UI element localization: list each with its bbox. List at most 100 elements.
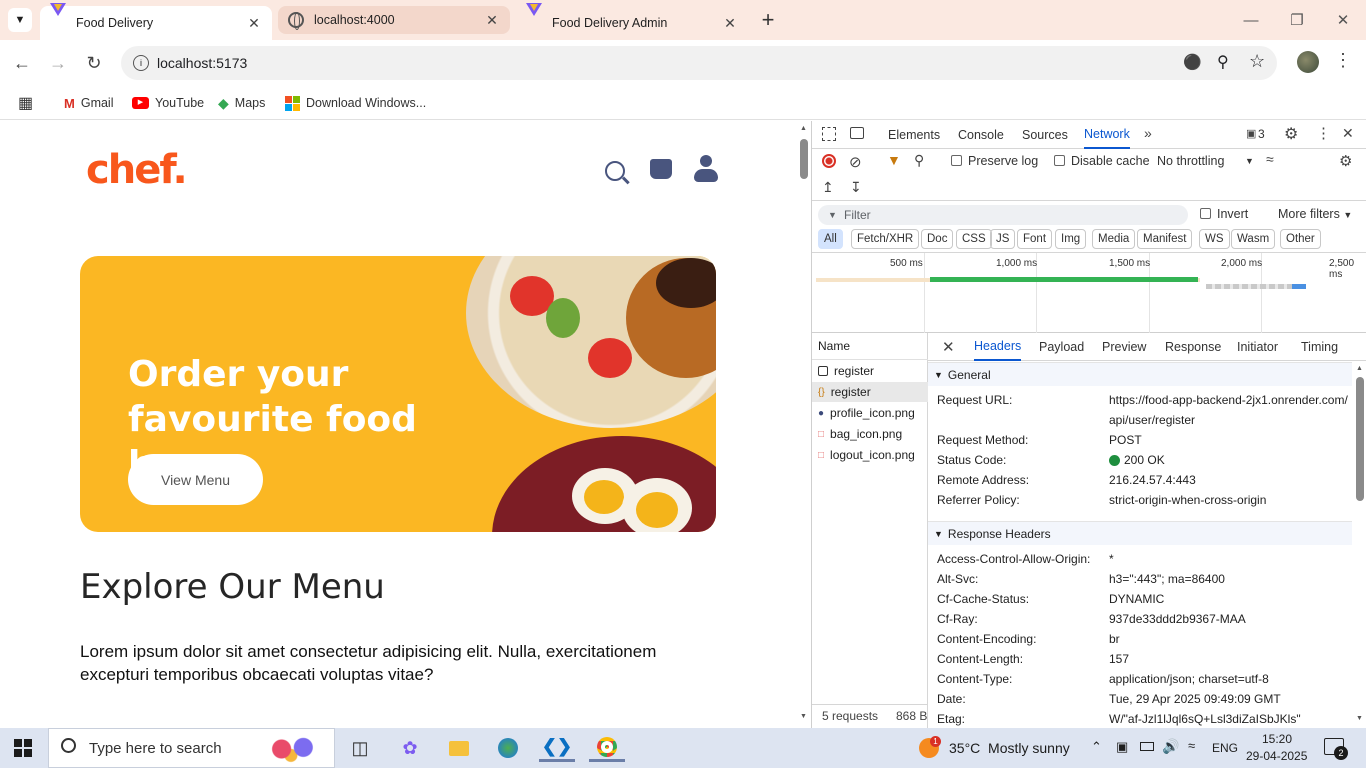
tab-preview[interactable]: Preview (1102, 333, 1146, 361)
preserve-log-checkbox[interactable]: Preserve log (951, 154, 1038, 168)
tab-network[interactable]: Network (1084, 121, 1130, 149)
close-icon[interactable]: ✕ (484, 12, 500, 29)
close-detail-icon[interactable]: ✕ (942, 338, 955, 356)
chrome-icon[interactable] (589, 734, 625, 762)
close-icon[interactable]: ✕ (246, 15, 262, 32)
weather-text[interactable]: 35°C Mostly sunny (949, 740, 1070, 756)
menu-icon[interactable]: ⋮ (1334, 50, 1352, 71)
throttling-select[interactable]: No throttling ▼ (1157, 154, 1257, 168)
tab-timing[interactable]: Timing (1301, 333, 1338, 361)
filter-fetch-xhr[interactable]: Fetch/XHR (851, 229, 920, 249)
tab-localhost-4000[interactable]: localhost:4000 ✕ (278, 6, 510, 34)
issues-count[interactable]: 3 (1258, 127, 1265, 141)
inspect-icon[interactable] (822, 127, 836, 141)
profile-icon[interactable] (694, 155, 718, 183)
more-filters-dropdown[interactable]: More filters ▼ (1278, 207, 1352, 221)
file-explorer-icon[interactable] (441, 734, 477, 762)
meet-now-icon[interactable]: ▣ (1116, 739, 1128, 755)
copilot-icon[interactable]: ✿ (392, 734, 428, 762)
page-scrollbar[interactable]: ▲ ▼ (797, 121, 811, 728)
filter-other[interactable]: Other (1280, 229, 1321, 249)
volume-icon[interactable]: 🔊 (1162, 738, 1179, 755)
response-headers-section-header[interactable]: ▼ Response Headers (928, 521, 1352, 545)
close-window-button[interactable]: ✕ (1320, 0, 1366, 40)
tab-headers[interactable]: Headers (974, 333, 1022, 361)
wifi-icon[interactable]: ≈ (1188, 738, 1195, 753)
device-toolbar-icon[interactable] (850, 127, 864, 139)
tab-sources[interactable]: Sources (1022, 121, 1068, 149)
filter-img[interactable]: Img (1055, 229, 1087, 249)
scrollbar-thumb[interactable] (800, 139, 808, 179)
export-har-icon[interactable]: ↧ (850, 179, 862, 196)
bookmark-youtube[interactable]: ▶ YouTube (132, 92, 204, 114)
settings-gear-icon[interactable]: ⚙ (1284, 124, 1298, 144)
close-icon[interactable]: ✕ (722, 15, 738, 32)
filter-js[interactable]: JS (990, 229, 1016, 249)
bookmark-maps[interactable]: ◆ Maps (218, 92, 265, 114)
view-menu-button[interactable]: View Menu (128, 454, 263, 505)
more-tabs-icon[interactable]: » (1144, 125, 1152, 141)
show-hidden-icons[interactable]: ⌃ (1091, 739, 1102, 755)
tab-elements[interactable]: Elements (888, 121, 940, 149)
tab-console[interactable]: Console (958, 121, 1004, 149)
kebab-menu-icon[interactable]: ⋮ (1316, 124, 1331, 142)
clock-time[interactable]: 15:20 (1262, 732, 1292, 746)
disable-cache-checkbox[interactable]: Disable cache (1054, 154, 1150, 168)
zoom-icon[interactable]: ⚲ (1217, 52, 1229, 72)
timeline-overview[interactable]: 500 ms 1,000 ms 1,500 ms 2,000 ms 2,500 … (812, 253, 1366, 333)
scrollbar-thumb[interactable] (1356, 377, 1364, 501)
restore-button[interactable]: ❐ (1274, 0, 1320, 40)
apps-grid-icon[interactable]: ▦ (18, 92, 33, 114)
filter-funnel-icon[interactable]: ▼ (887, 152, 901, 168)
back-button[interactable]: ← (6, 47, 38, 79)
filter-wasm[interactable]: Wasm (1231, 229, 1276, 249)
filter-media[interactable]: Media (1092, 229, 1136, 249)
filter-ws[interactable]: WS (1199, 229, 1230, 249)
filter-manifest[interactable]: Manifest (1137, 229, 1193, 249)
clear-icon[interactable]: ⊘ (849, 153, 862, 171)
address-bar[interactable]: i localhost:5173 ⚫ ⚲ ☆ (121, 46, 1277, 80)
bookmark-gmail[interactable]: M Gmail (64, 92, 114, 114)
browser-app-icon[interactable] (490, 734, 526, 762)
network-conditions-icon[interactable]: ≈ (1266, 151, 1274, 167)
basket-icon[interactable] (650, 159, 672, 179)
task-view-icon[interactable]: ◫ (342, 734, 378, 762)
start-button[interactable] (14, 739, 32, 757)
tab-search-button[interactable]: ▼ (8, 8, 32, 32)
clock-date[interactable]: 29-04-2025 (1246, 749, 1307, 763)
issues-icon[interactable]: ▣ (1246, 127, 1256, 140)
battery-icon[interactable] (1140, 742, 1154, 751)
tab-payload[interactable]: Payload (1039, 333, 1084, 361)
filter-all[interactable]: All (818, 229, 843, 249)
site-info-icon[interactable]: i (133, 55, 149, 71)
profile-avatar[interactable] (1297, 51, 1319, 73)
language-indicator[interactable]: ENG (1212, 741, 1238, 755)
detail-scrollbar[interactable]: ▲ ▼ (1353, 361, 1366, 728)
filter-font[interactable]: Font (1017, 229, 1053, 249)
tab-food-delivery-admin[interactable]: Food Delivery Admin ✕ (516, 3, 748, 40)
new-tab-button[interactable]: + (758, 6, 778, 34)
taskbar-search[interactable]: Type here to search (48, 728, 335, 768)
network-settings-icon[interactable]: ⚙ (1339, 152, 1352, 170)
minimize-button[interactable]: — (1228, 0, 1274, 40)
filter-doc[interactable]: Doc (921, 229, 954, 249)
filter-input[interactable]: ▼ Filter (818, 205, 1188, 225)
tab-response[interactable]: Response (1165, 333, 1221, 361)
forward-button[interactable]: → (42, 47, 74, 79)
windows-taskbar: Type here to search ◫ ✿ ❮❯ 1 35°C Mostly… (0, 728, 1366, 768)
close-devtools-icon[interactable]: ✕ (1342, 125, 1354, 142)
record-stop-icon[interactable] (822, 154, 836, 168)
search-icon[interactable]: ⚲ (914, 152, 924, 169)
bookmark-star-icon[interactable]: ☆ (1249, 51, 1265, 72)
tab-initiator[interactable]: Initiator (1237, 333, 1278, 361)
general-section-header[interactable]: ▼ General (928, 362, 1352, 386)
password-key-icon[interactable]: ⚫ (1183, 53, 1202, 71)
invert-checkbox[interactable]: Invert (1200, 207, 1248, 221)
site-logo[interactable]: chef. (86, 147, 188, 193)
reload-button[interactable]: ↻ (78, 47, 110, 79)
tab-food-delivery[interactable]: Food Delivery ✕ (40, 3, 272, 40)
filter-css[interactable]: CSS (956, 229, 992, 249)
import-har-icon[interactable]: ↥ (822, 179, 834, 196)
vscode-icon[interactable]: ❮❯ (539, 734, 575, 762)
bookmark-download-windows[interactable]: Download Windows... (285, 92, 426, 114)
